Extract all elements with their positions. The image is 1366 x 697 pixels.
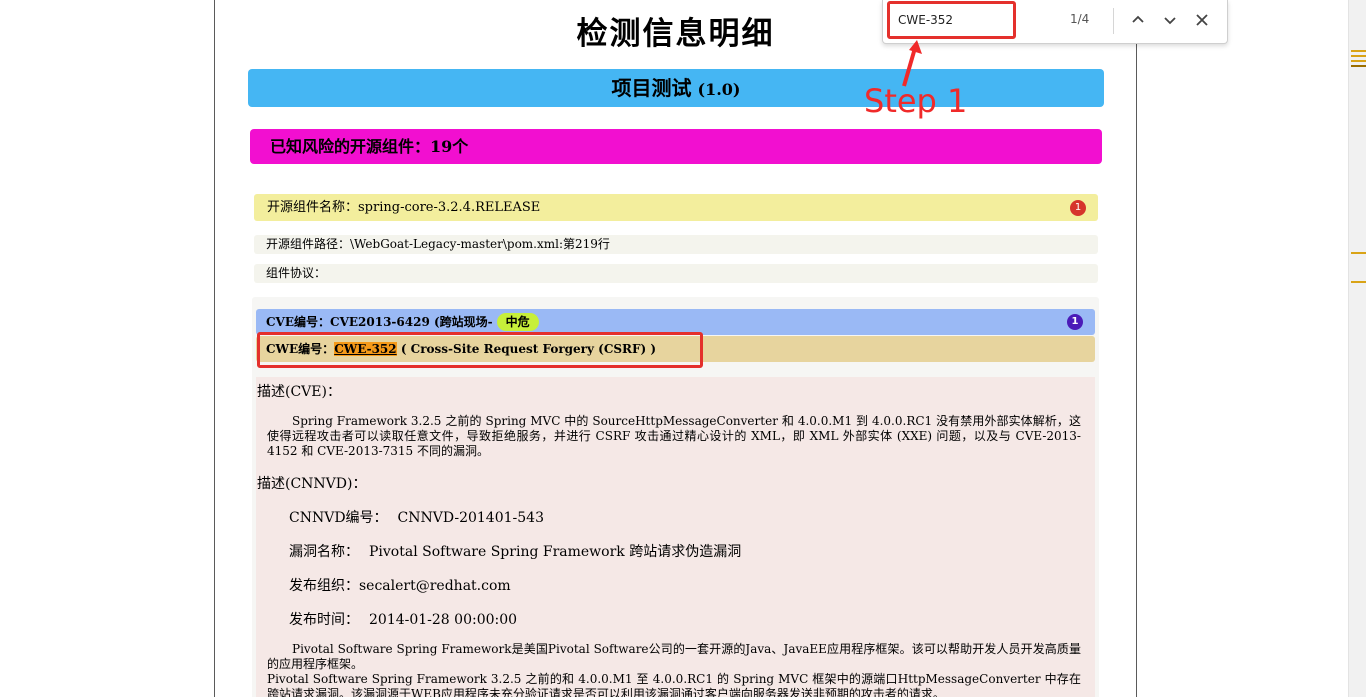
component-license-label: 组件协议： <box>266 266 327 280</box>
cve-description-text: Spring Framework 3.2.5 之前的 Spring MVC 中的… <box>267 414 1081 458</box>
publisher-label: 发布组织： <box>289 578 359 594</box>
publisher-row: 发布组织：secalert@redhat.com <box>289 575 511 595</box>
scroll-match-marker <box>1351 281 1366 283</box>
find-prev-button[interactable] <box>1126 8 1150 32</box>
vuln-name-row: 漏洞名称： Pivotal Software Spring Framework 跨… <box>289 541 741 561</box>
component-count-badge: 1 <box>1070 200 1086 216</box>
close-icon <box>1196 14 1208 26</box>
annotation-arrow-icon <box>902 40 922 87</box>
cve-description-heading: 描述(CVE)： <box>257 384 341 400</box>
risk-summary: 已知风险的开源组件：19个 <box>250 129 1102 164</box>
publish-time-value: 2014-01-28 00:00:00 <box>369 612 518 628</box>
component-path-row: 开源组件路径：\WebGoat-Legacy-master\pom.xml:第2… <box>254 235 1098 254</box>
cnnvd-paragraph-2: Pivotal Software Spring Framework 3.2.5 … <box>267 672 1081 697</box>
report-page: 检测信息明细 项目测试 (1.0) 已知风险的开源组件：19个 开源组件名称：sp… <box>214 0 1137 697</box>
cnnvd-id-label: CNNVD编号： <box>289 510 388 526</box>
vuln-name-label: 漏洞名称： <box>289 544 359 560</box>
scroll-match-marker <box>1351 55 1366 57</box>
cve-id: CVE2013-6429 <box>330 315 430 329</box>
chevron-up-icon <box>1132 15 1144 23</box>
cve-label: CVE编号： <box>266 315 331 329</box>
cnnvd-id-value: CNNVD-201401-543 <box>397 510 544 526</box>
annotation-box-find-input <box>887 1 1016 39</box>
project-name: 项目测试 <box>611 76 692 100</box>
severity-badge: 中危 <box>496 313 539 331</box>
project-version: (1.0) <box>697 80 741 99</box>
project-header: 项目测试 (1.0) <box>248 69 1104 107</box>
find-separator <box>1113 8 1114 34</box>
find-match-count: 1/4 <box>1070 12 1090 26</box>
cnnvd-description-heading: 描述(CNNVD)： <box>257 476 367 492</box>
scroll-match-marker-active <box>1351 65 1366 67</box>
component-name-row[interactable]: 开源组件名称：spring-core-3.2.4.RELEASE 1 <box>254 194 1098 221</box>
component-name-label: 开源组件名称： <box>267 200 359 215</box>
find-close-button[interactable] <box>1190 8 1214 32</box>
annotation-step-label: Step 1 <box>864 82 968 120</box>
cnnvd-paragraph-1: Pivotal Software Spring Framework是美国Pivo… <box>267 642 1081 671</box>
publish-time-row: 发布时间： 2014-01-28 00:00:00 <box>289 609 517 629</box>
cve-count-badge: 1 <box>1067 314 1083 330</box>
vuln-name-value: Pivotal Software Spring Framework 跨站请求伪造… <box>369 544 742 560</box>
component-path-value: \WebGoat-Legacy-master\pom.xml:第219行 <box>350 237 610 251</box>
scroll-match-marker <box>1351 50 1366 52</box>
component-name-value: spring-core-3.2.4.RELEASE <box>358 200 541 215</box>
vertical-scrollbar[interactable] <box>1348 0 1366 697</box>
annotation-box-cwe <box>257 332 703 368</box>
chevron-down-icon <box>1164 17 1176 25</box>
scroll-match-marker <box>1351 252 1366 254</box>
find-next-button[interactable] <box>1158 8 1182 32</box>
scroll-match-marker <box>1351 60 1366 62</box>
publish-time-label: 发布时间： <box>289 612 359 628</box>
component-license-row: 组件协议： <box>254 264 1098 283</box>
cnnvd-id-row: CNNVD编号： CNNVD-201401-543 <box>289 507 544 527</box>
component-path-label: 开源组件路径： <box>266 237 351 251</box>
cve-short-desc: (跨站现场- <box>434 315 493 329</box>
publisher-value: secalert@redhat.com <box>359 578 511 594</box>
